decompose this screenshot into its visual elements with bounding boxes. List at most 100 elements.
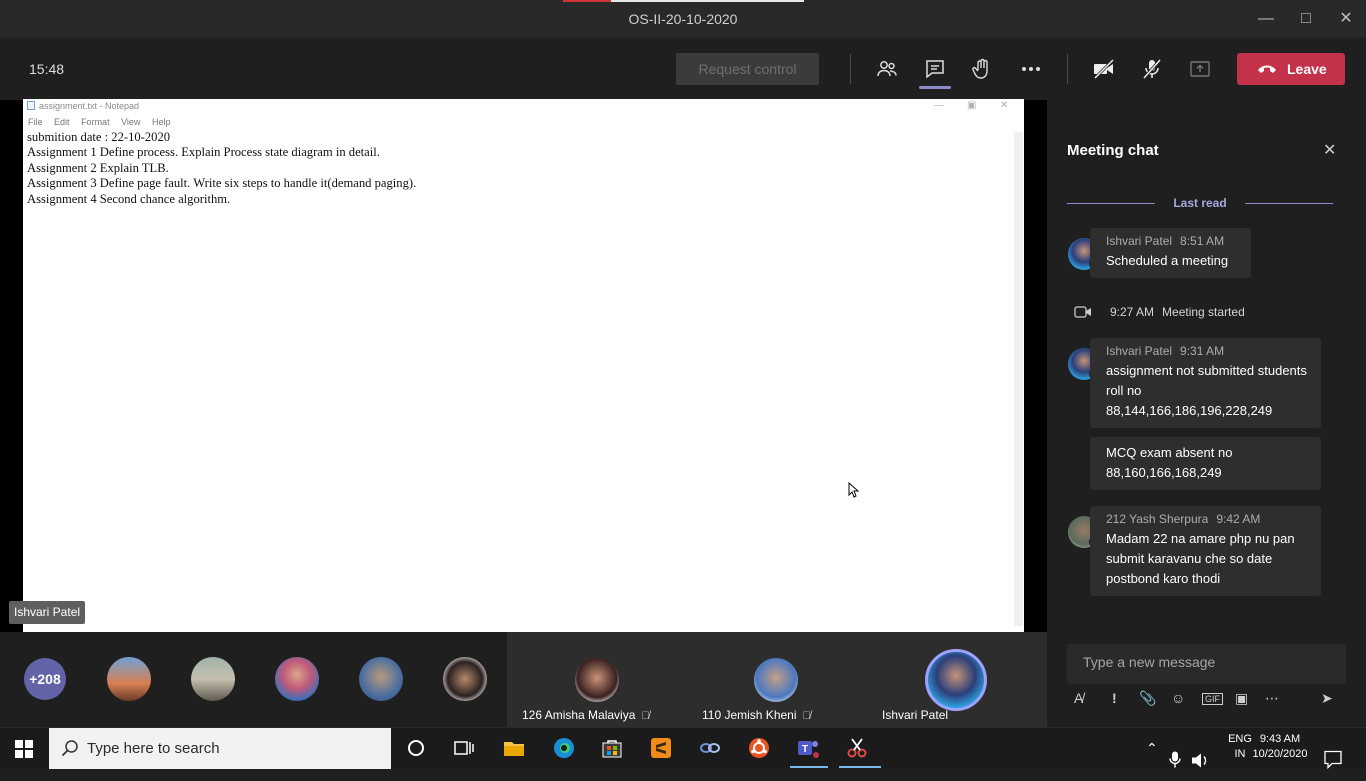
menu-file: File — [28, 117, 43, 127]
file-explorer-icon[interactable] — [502, 736, 526, 760]
sublime-text-icon[interactable] — [649, 736, 673, 760]
more-compose-icon[interactable]: ⋯ — [1265, 690, 1279, 707]
system-message-text: Meeting started — [1162, 305, 1245, 319]
leave-button[interactable]: Leave — [1237, 53, 1345, 85]
notepad-restore-icon: ▣ — [967, 100, 977, 111]
cortana-icon[interactable] — [404, 736, 428, 760]
message-time: 9:31 AM — [1180, 344, 1225, 358]
maximize-icon[interactable]: □ — [1295, 8, 1317, 30]
message-time: 9:42 AM — [1216, 512, 1261, 526]
menu-help: Help — [151, 117, 171, 127]
gif-icon[interactable]: GIF — [1202, 693, 1223, 705]
show-hidden-icons-icon[interactable]: ⌃ — [1146, 740, 1158, 781]
meeting-camera-icon — [1074, 306, 1091, 318]
volume-icon[interactable] — [1191, 740, 1209, 781]
important-icon[interactable]: ! — [1112, 690, 1117, 706]
attach-icon[interactable]: 📎 — [1139, 690, 1156, 707]
meeting-toolbar: 15:48 Request control Leave — [0, 38, 1366, 100]
toolbar-divider — [850, 54, 851, 84]
windows-start-icon[interactable] — [15, 740, 33, 758]
notepad-close-icon: ✕ — [1000, 100, 1009, 111]
request-control-button[interactable]: Request control — [676, 53, 819, 85]
system-clock[interactable]: 9:43 AM 10/20/2020 — [1252, 732, 1308, 773]
participant-avatar[interactable] — [191, 657, 235, 701]
more-participants-button[interactable]: +208 — [24, 658, 66, 700]
leave-label: Leave — [1287, 61, 1327, 77]
participant-avatar — [575, 658, 619, 702]
participant-name: 110 Jemish Kheni — [702, 708, 797, 722]
raise-hand-icon[interactable] — [970, 57, 994, 81]
notepad-title: assignment.txt - Notepad — [39, 101, 140, 111]
window-title-bar: OS-II-20-10-2020 — □ ✕ — [0, 0, 1366, 38]
close-window-icon[interactable]: ✕ — [1335, 8, 1357, 30]
participant-avatar[interactable] — [359, 657, 403, 701]
ubuntu-icon[interactable] — [747, 736, 771, 760]
microphone-tray-icon[interactable] — [1168, 739, 1182, 780]
format-icon[interactable]: A̸ — [1074, 690, 1083, 706]
task-view-icon[interactable] — [452, 736, 476, 760]
participant-name: 126 Amisha Malaviya — [522, 708, 636, 722]
network-app-icon[interactable] — [698, 736, 722, 760]
close-chat-icon[interactable]: ✕ — [1323, 140, 1336, 160]
last-read-label: Last read — [1173, 196, 1227, 210]
edge-browser-icon[interactable] — [552, 736, 576, 760]
window-title: OS-II-20-10-2020 — [628, 11, 738, 27]
menu-format: Format — [81, 117, 110, 127]
minimize-icon[interactable]: — — [1255, 8, 1277, 30]
chat-message[interactable]: 212 Yash Sherpura 9:42 AM Madam 22 na ama… — [1090, 506, 1321, 596]
notepad-line: Assignment 2 Explain TLB. — [27, 160, 169, 175]
chat-title: Meeting chat — [1067, 142, 1159, 159]
hang-up-icon — [1258, 65, 1276, 73]
participant-tile[interactable]: 110 Jemish Kheni 🎙̸ — [687, 632, 867, 727]
notepad-title-bar: assignment.txt - Notepad — [27, 101, 139, 111]
participant-avatar[interactable] — [443, 657, 487, 701]
message-text: assignment not submitted students roll n… — [1106, 363, 1307, 418]
sticker-icon[interactable]: ▣ — [1235, 690, 1248, 707]
message-time: 8:51 AM — [1180, 234, 1225, 248]
participant-avatar[interactable] — [107, 657, 151, 701]
windows-taskbar: Type here to search T ⌃ ENG IN 9:43 AM 1… — [0, 727, 1366, 770]
mic-muted-icon: 🎙̸ — [641, 710, 650, 722]
message-compose-input[interactable]: Type a new message — [1067, 644, 1346, 684]
notepad-window: assignment.txt - Notepad — ▣ ✕ File Edit… — [23, 99, 1024, 632]
chat-message[interactable]: Ishvari Patel 9:31 AM assignment not subm… — [1090, 338, 1321, 428]
chat-message[interactable]: Ishvari Patel 8:51 AM Scheduled a meeting — [1090, 228, 1251, 278]
svg-text:T: T — [802, 744, 808, 755]
search-placeholder: Type here to search — [87, 740, 220, 757]
compose-toolbar: A̸ ! 📎 ☺ GIF ▣ ⋯ ➤ — [1067, 690, 1346, 712]
participant-tile[interactable]: 126 Amisha Malaviya 🎙̸ — [507, 632, 687, 727]
notepad-line: Assignment 1 Define process. Explain Pro… — [27, 145, 380, 160]
mic-off-icon[interactable] — [1140, 57, 1164, 81]
camera-off-icon[interactable] — [1092, 57, 1116, 81]
mouse-cursor-icon — [848, 482, 860, 498]
notepad-line: submition date : 22-10-2020 — [27, 130, 171, 144]
share-screen-icon[interactable] — [1188, 57, 1212, 81]
meeting-chat-panel: Meeting chat ✕ Last read Ishvari Patel 8:… — [1047, 100, 1366, 727]
participant-tile[interactable]: Ishvari Patel — [867, 632, 1047, 727]
microsoft-store-icon[interactable] — [600, 736, 624, 760]
chat-message[interactable]: MCQ exam absent no 88,160,166,168,249 — [1090, 437, 1321, 490]
notifications-icon[interactable] — [1324, 739, 1342, 780]
participants-icon[interactable] — [875, 57, 899, 81]
more-options-icon[interactable] — [1019, 57, 1043, 81]
presenter-name-label: Ishvari Patel — [9, 601, 86, 624]
message-author: 212 Yash Sherpura — [1106, 512, 1209, 526]
emoji-icon[interactable]: ☺ — [1171, 690, 1185, 706]
search-icon — [61, 740, 78, 757]
message-text: Madam 22 na amare php nu pan submit kara… — [1106, 531, 1295, 586]
taskbar-search-box[interactable]: Type here to search — [49, 728, 391, 769]
snipping-tool-icon[interactable] — [845, 736, 869, 760]
chat-active-indicator — [919, 86, 951, 89]
microsoft-teams-icon[interactable]: T — [796, 736, 820, 760]
clock-time: 9:43 AM — [1259, 733, 1301, 745]
notepad-scrollbar — [1014, 132, 1023, 626]
notepad-minimize-icon: — — [934, 100, 944, 111]
meeting-timer: 15:48 — [29, 61, 65, 77]
participant-avatar[interactable] — [275, 657, 319, 701]
participant-avatar — [754, 658, 798, 702]
chat-icon[interactable] — [923, 57, 947, 81]
clock-date: 10/20/2020 — [1252, 748, 1308, 760]
send-icon[interactable]: ➤ — [1321, 690, 1333, 707]
participant-name: Ishvari Patel — [882, 708, 949, 722]
notepad-file-icon — [27, 101, 35, 110]
